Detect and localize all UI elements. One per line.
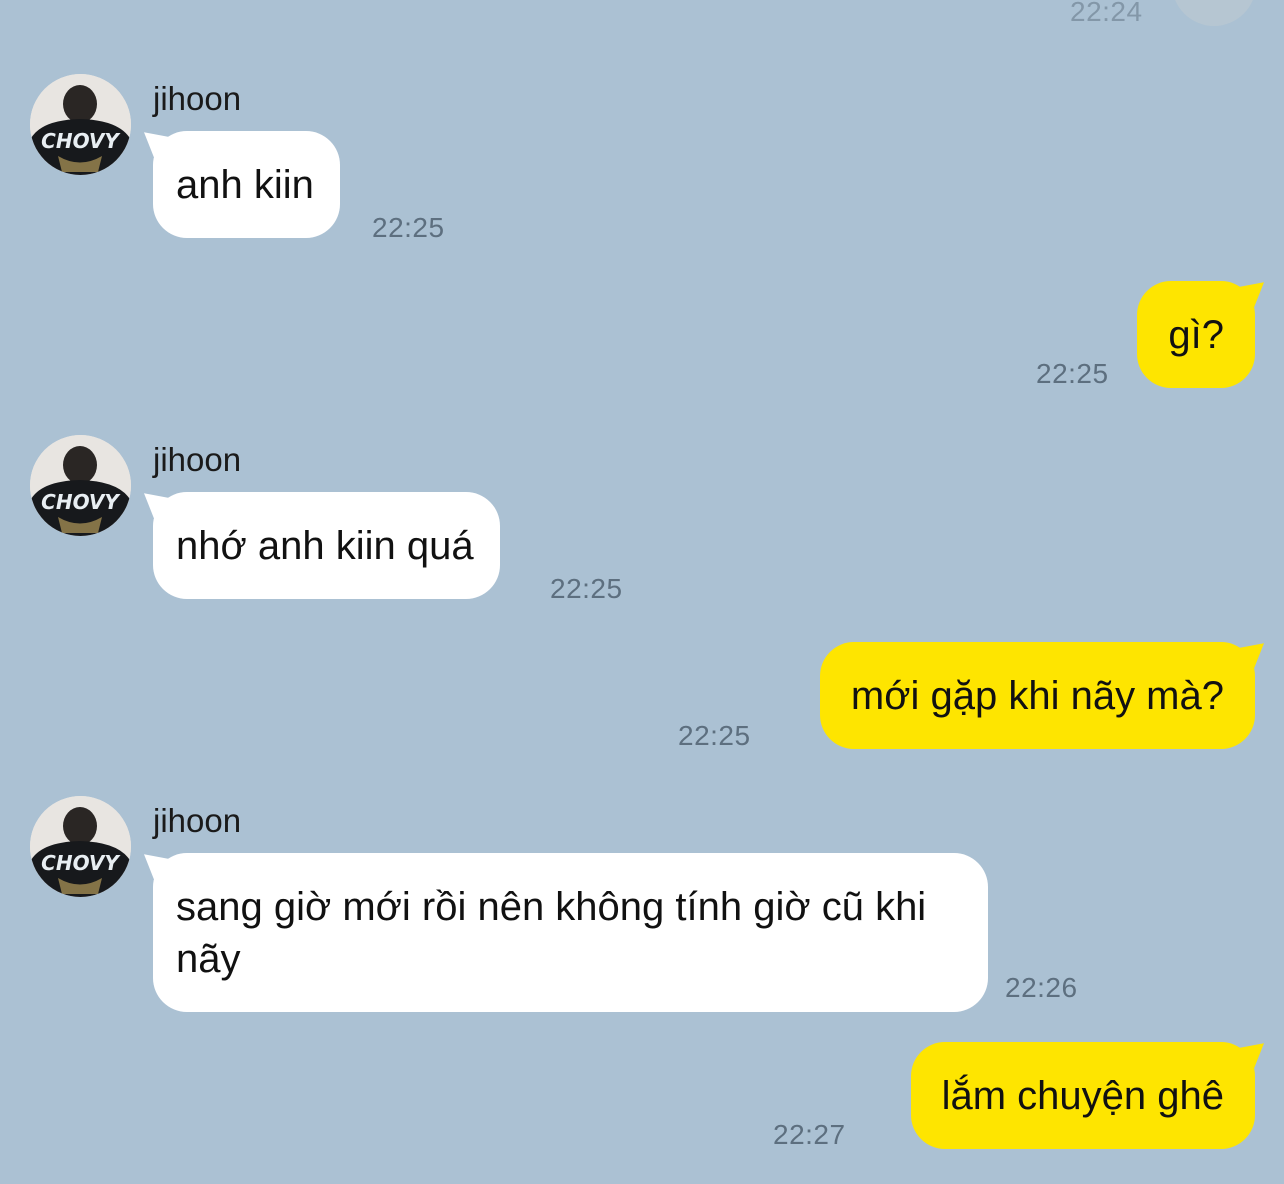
svg-text:CHOVY: CHOVY: [41, 851, 121, 875]
svg-text:CHOVY: CHOVY: [41, 129, 121, 153]
message-timestamp: 22:25: [372, 212, 445, 243]
incoming-message-bubble[interactable]: anh kiin: [153, 131, 340, 238]
message-timestamp: 22:25: [678, 720, 751, 751]
incoming-message-bubble[interactable]: nhớ anh kiin quá: [153, 492, 500, 599]
outgoing-message-bubble[interactable]: mới gặp khi nãy mà?: [819, 642, 1255, 749]
avatar-photo-icon: CHOVY: [30, 796, 131, 897]
avatar-photo-icon: CHOVY: [30, 74, 131, 175]
message-timestamp: 22:25: [550, 573, 623, 604]
outgoing-message-bubble[interactable]: lắm chuyện ghê: [910, 1042, 1255, 1149]
avatar[interactable]: CHOVY: [30, 74, 131, 175]
message-timestamp: 22:27: [773, 1119, 846, 1150]
avatar[interactable]: CHOVY: [30, 435, 131, 536]
message-timestamp: 22:25: [1036, 358, 1109, 389]
outgoing-message-bubble[interactable]: gì?: [1137, 281, 1255, 388]
message-timestamp: 22:26: [1005, 972, 1078, 1003]
cutoff-avatar: [1172, 0, 1256, 26]
svg-text:CHOVY: CHOVY: [41, 490, 121, 514]
sender-name: jihoon: [153, 802, 242, 839]
timestamp-cutoff: 22:24: [1070, 0, 1143, 27]
avatar[interactable]: CHOVY: [30, 796, 131, 897]
avatar-photo-icon: CHOVY: [30, 435, 131, 536]
sender-name: jihoon: [153, 441, 242, 478]
sender-name: jihoon: [153, 80, 242, 117]
incoming-message-bubble[interactable]: sang giờ mới rồi nên không tính giờ cũ k…: [153, 853, 988, 1012]
